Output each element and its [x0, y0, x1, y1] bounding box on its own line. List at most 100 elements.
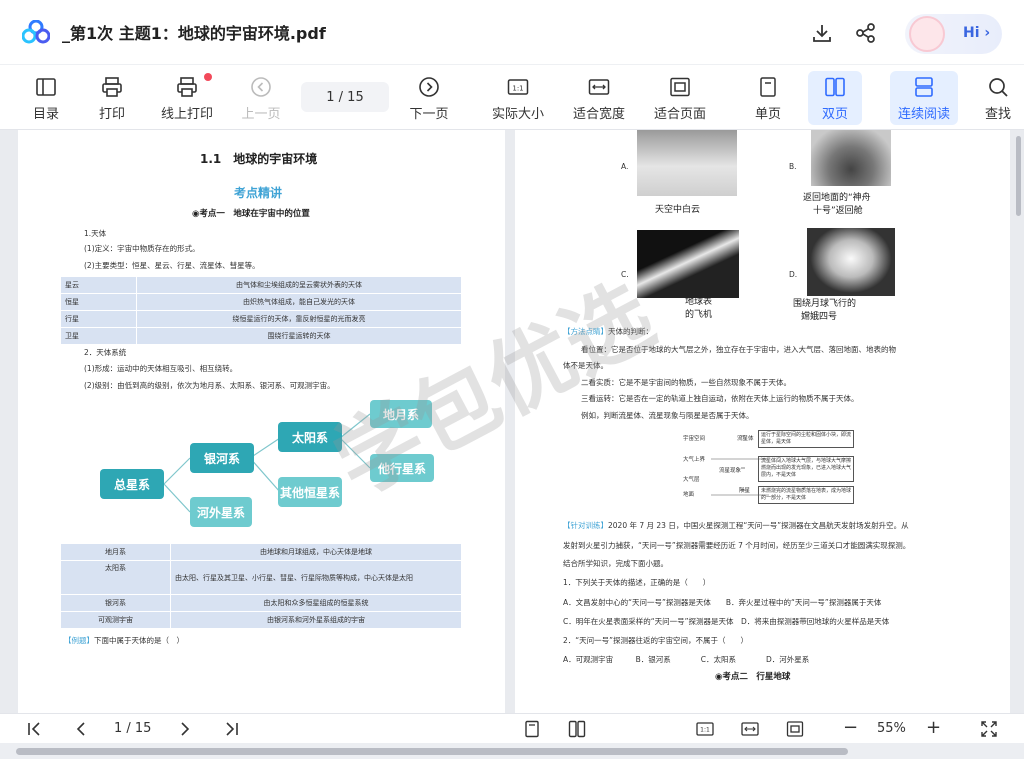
download-icon[interactable]: [811, 22, 833, 44]
pdf-page-left: 1.1 地球的宇宙环境 考点精讲 ◉考点一 地球在宇宙中的位置 1.天体 (1)…: [18, 130, 505, 713]
node-other-planet: 他行星系: [370, 454, 434, 482]
hi-label: Hi ›: [963, 25, 991, 41]
mini-label: 大气层: [683, 477, 700, 483]
actual-size-icon: 1:1: [507, 79, 529, 95]
chevron-right-circle-icon: [419, 77, 439, 97]
text-line: (2)主要类型：恒星、星云、行星、流星体、彗星等。: [84, 261, 260, 270]
table-row: 银河系 由太阳和众多恒星组成的恒星系统: [60, 594, 462, 612]
vertical-scrollbar[interactable]: [1016, 136, 1021, 216]
printer-icon: [102, 77, 122, 97]
single-page-icon[interactable]: [523, 720, 541, 738]
text-line: 1.天体: [84, 229, 107, 238]
table-row: 星云 由气体和尘埃组成的呈云雾状外表的天体: [60, 276, 462, 294]
document-title: _第1次 主题1：地球的宇宙环境.pdf: [62, 24, 326, 43]
section-heading: 考点精讲: [234, 186, 283, 200]
mini-label: 大气上界: [683, 457, 706, 463]
search-button[interactable]: 查找: [982, 71, 1014, 125]
cloud-logo-icon: [22, 20, 50, 44]
text-line: (1)定义：宇宙中物质存在的形式。: [84, 244, 200, 253]
drill-line: 发射到火星引力捕获，“天问一号”探测器需要经历近 7 个月时间，经历至少三道关口…: [563, 541, 911, 550]
table-row: 恒星 由炽热气体组成，能自己发光的天体: [60, 293, 462, 311]
bottom-page-indicator[interactable]: 1 / 15: [114, 721, 151, 736]
title-bar: _第1次 主题1：地球的宇宙环境.pdf Hi ›: [0, 0, 1024, 64]
search-icon: [989, 78, 1008, 97]
node-total-galaxy: 总星系: [100, 469, 164, 499]
continuous-read-button[interactable]: 连续阅读: [890, 71, 958, 125]
node-outer-galaxy: 河外星系: [190, 497, 252, 527]
tip-line: 二看实质：它是不是宇宙间的物质，一些自然现象不属于天体。: [581, 378, 791, 387]
prev-page-icon[interactable]: [72, 720, 90, 738]
question-line: A．可观测宇宙 B．银河系 C．太阳系 D．河外星系: [563, 655, 810, 664]
example-line: 【例题】下面中属于天体的是（ ）: [64, 636, 184, 645]
bottom-bar: 1 / 15 1:1 − 55% +: [0, 713, 1024, 743]
single-page-button[interactable]: 单页: [752, 71, 784, 125]
fit-width-icon[interactable]: [741, 720, 759, 738]
double-page-button[interactable]: 双页: [808, 71, 862, 125]
mini-label: 陨星: [739, 488, 751, 494]
document-viewer[interactable]: 1.1 地球的宇宙环境 考点精讲 ◉考点一 地球在宇宙中的位置 1.天体 (1)…: [0, 130, 1024, 713]
node-other-star-system: 其他恒星系: [278, 477, 342, 507]
horizontal-scroll-thumb[interactable]: [16, 748, 848, 755]
fit-page-icon[interactable]: [786, 720, 804, 738]
printer-icon: [177, 77, 197, 97]
caption-d: 围绕月球飞行的 嫦娥四号: [793, 299, 857, 322]
drill-line: 结合所学知识，完成下面小题。: [563, 559, 668, 568]
share-icon[interactable]: [855, 22, 877, 44]
tip-line: 体不是天体。: [563, 361, 608, 370]
pdf-viewer-app: _第1次 主题1：地球的宇宙环境.pdf Hi › 目录 打印 线上打印 上一页…: [0, 0, 1024, 759]
page-number-input[interactable]: 1 / 15: [301, 82, 389, 112]
tip-line: 【方法点睛】天体的判断：: [563, 327, 653, 336]
topic-heading: ◉考点二 行星地球: [715, 672, 791, 682]
toolbar: 目录 打印 线上打印 上一页 下一页 1:1 实际大小 适合宽度 适合页面 单页…: [0, 64, 1024, 130]
photo-capsule: [811, 130, 891, 186]
table-row: 可观测宇宙 由银河系和河外星系组成的宇宙: [60, 611, 462, 629]
toc-button[interactable]: 目录: [26, 71, 66, 125]
single-page-icon: [760, 77, 776, 97]
toc-icon: [36, 78, 56, 96]
caption-a: 天空中白云: [655, 205, 701, 215]
actual-size-icon[interactable]: 1:1: [696, 720, 714, 738]
node-solar-system: 太阳系: [278, 422, 342, 452]
first-page-icon[interactable]: [26, 720, 44, 738]
tip-line: 看位置：它是否位于地球的大气层之外，独立存在于宇宙中，进入大气层、落回地面、地表…: [581, 345, 896, 354]
mini-label: 宇宙空间: [683, 436, 706, 442]
continuous-read-icon: [915, 77, 933, 97]
assistant-avatar: [909, 16, 945, 52]
fullscreen-icon[interactable]: [980, 720, 998, 738]
tip-line: 例如，判断流星体、流星现象与陨星是否属于天体。: [581, 411, 754, 420]
drill-line: 【针对训练】2020 年 7 月 23 日，中国火星探测工程“天问一号”探测器在…: [563, 521, 909, 530]
fit-page-button[interactable]: 适合页面: [650, 71, 710, 125]
mini-box: 流星体闯入地球大气层，与地球大气摩擦燃烧而出现的发光现象，已进入地球大气层内，不…: [758, 456, 854, 482]
system-table: 地月系 由地球和月球组成，中心天体是地球 太阳系 由太阳、行星及其卫星、小行星、彗星…: [60, 543, 462, 629]
question-line: A．文昌发射中心的“天问一号”探测器是天体 B．奔火星过程中的“天问一号”探测器…: [563, 598, 882, 607]
zoom-out-button[interactable]: −: [843, 717, 858, 738]
table-row: 行星 绕恒星运行的天体，靠反射恒星的光而发亮: [60, 310, 462, 328]
double-page-icon[interactable]: [568, 720, 586, 738]
chevron-left-circle-icon: [251, 77, 271, 97]
fit-width-icon: [588, 79, 610, 95]
node-earth-moon: 地月系: [370, 400, 432, 428]
fit-width-button[interactable]: 适合宽度: [569, 71, 629, 125]
page-heading: 1.1 地球的宇宙环境: [200, 152, 318, 166]
horizontal-scrollbar[interactable]: [0, 743, 1024, 759]
mini-label: 地面: [683, 492, 695, 498]
photo-probe: [807, 228, 895, 296]
next-page-icon[interactable]: [176, 720, 194, 738]
photo-clouds: [637, 130, 737, 196]
zoom-in-button[interactable]: +: [926, 717, 941, 738]
next-page-button[interactable]: 下一页: [406, 71, 452, 125]
mini-label: 流星体: [737, 436, 754, 442]
ai-assistant-button[interactable]: Hi ›: [905, 14, 1002, 54]
table-row: 太阳系 由太阳、行星及其卫星、小行星、彗星、行星际物质等构成，中心天体是太阳: [60, 560, 462, 595]
actual-size-button[interactable]: 1:1 实际大小: [488, 71, 548, 125]
fit-page-icon: [670, 77, 690, 97]
mini-label: 流星现象: [719, 468, 742, 474]
topic-heading: ◉考点一 地球在宇宙中的位置: [192, 209, 310, 219]
mini-box: 未燃烧完的流星物质落在地表，成为地球的一部分，不是天体: [758, 486, 854, 504]
last-page-icon[interactable]: [222, 720, 240, 738]
photo-plane: [637, 230, 739, 298]
print-button[interactable]: 打印: [94, 71, 130, 125]
notification-dot: [204, 73, 212, 81]
prev-page-button[interactable]: 上一页: [238, 71, 284, 125]
tip-line: 三看运转：它是否在一定的轨道上独自运动，依附在天体上运行的物质不属于天体。: [581, 394, 859, 403]
